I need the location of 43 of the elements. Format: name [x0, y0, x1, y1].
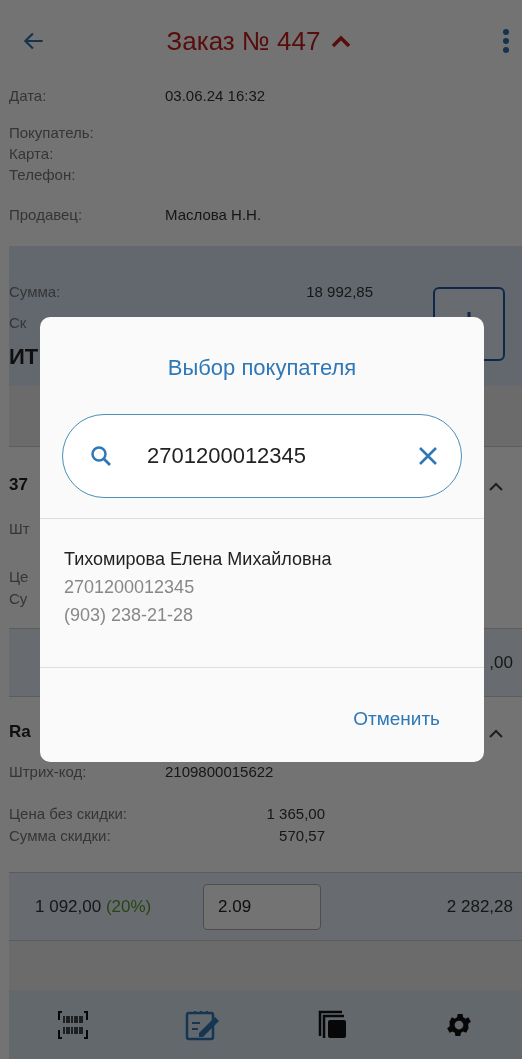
chevron-icon[interactable] — [488, 728, 504, 738]
info-label: Продавец: — [9, 206, 84, 223]
price-text: 1 092,00 (20%) — [35, 896, 153, 917]
clear-button[interactable] — [418, 446, 438, 466]
detail-label: Сумма скидки: — [9, 826, 112, 844]
detail-label: Су — [9, 589, 29, 607]
info-label: Карта: — [9, 145, 55, 162]
customer-phone: (903) 238-21-28 — [64, 604, 195, 627]
more-menu-icon[interactable] — [502, 28, 510, 54]
detail-label: Це — [9, 567, 30, 585]
detail-label: Шт — [9, 519, 31, 537]
total-value: 18 992,85 — [305, 283, 373, 300]
search-field[interactable]: 2701200012345 — [62, 414, 462, 498]
search-icon — [90, 445, 112, 467]
grand-total-label: ИТ — [9, 344, 39, 370]
chevron-icon[interactable] — [488, 481, 504, 491]
detail-value: 2109800015622 — [165, 762, 274, 780]
quantity-field[interactable]: 2.09 — [203, 883, 321, 930]
card-number-text: 2701200012345 — [64, 576, 196, 599]
copy-icon — [317, 1009, 348, 1040]
info-label: Телефон: — [9, 166, 77, 183]
barcode-scan-icon — [57, 1009, 90, 1040]
item-name: Ra — [9, 722, 31, 742]
info-value: Маслова Н.Н. — [165, 206, 262, 223]
info-value: 03.06.24 16:32 — [165, 87, 266, 104]
dialog-title: Выбор покупателя — [166, 355, 358, 381]
item-name: 37 — [9, 475, 28, 495]
amount-text: ,00 — [489, 652, 513, 673]
detail-label: Штрих-код: — [9, 762, 88, 780]
total-label: Ск — [9, 314, 28, 331]
cancel-button[interactable]: Отменить — [353, 704, 440, 734]
amount-text: 2 282,28 — [446, 896, 513, 917]
detail-value: 570,57 — [278, 826, 325, 844]
chevron-up-icon[interactable] — [330, 33, 353, 49]
detail-label: Цена без скидки: — [9, 804, 128, 822]
info-label: Покупатель: — [9, 124, 95, 141]
info-label: Дата: — [9, 87, 48, 104]
customer-name[interactable]: Тихомирова Елена Михайловна — [64, 545, 460, 573]
order-title: Заказ № 447 — [166, 25, 321, 57]
detail-value: 1 365,00 — [265, 804, 325, 822]
close-icon — [418, 446, 438, 466]
edit-note-icon — [185, 1008, 222, 1041]
total-label: Сумма: — [9, 283, 62, 300]
